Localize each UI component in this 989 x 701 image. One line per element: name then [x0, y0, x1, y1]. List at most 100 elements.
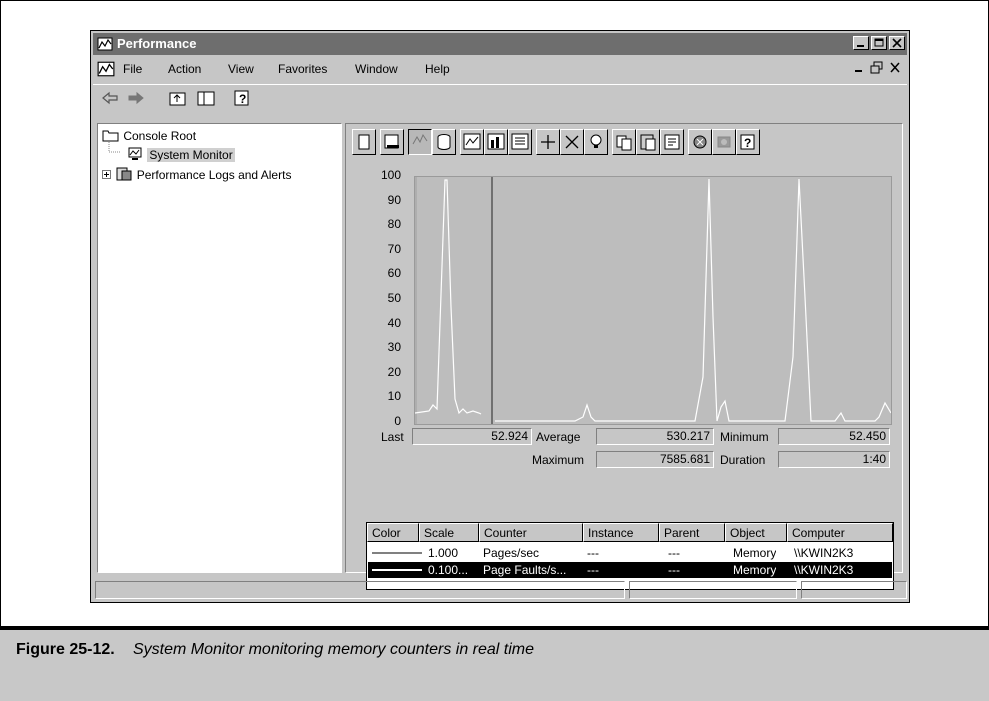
expand-plus-icon[interactable]	[102, 170, 112, 180]
color-swatch-line	[372, 552, 422, 554]
up-one-level-icon[interactable]	[168, 89, 188, 107]
view-current-activity-button[interactable]	[408, 129, 432, 155]
svg-text:?: ?	[239, 92, 246, 106]
scale-cell: 0.100...	[428, 563, 469, 577]
instance-cell: ---	[587, 546, 599, 560]
column-scale[interactable]: Scale	[419, 523, 479, 542]
menu-help[interactable]: Help	[425, 62, 450, 76]
help-icon[interactable]: ?	[233, 88, 253, 108]
column-parent[interactable]: Parent	[659, 523, 725, 542]
copy-properties-button[interactable]	[612, 129, 636, 155]
mmc-document-icon[interactable]	[97, 60, 115, 78]
lightbulb-icon	[590, 134, 602, 148]
child-close-button[interactable]	[887, 61, 903, 75]
view-report-button[interactable]	[508, 129, 532, 155]
title-bar[interactable]: Performance	[93, 33, 907, 55]
report-view-icon	[511, 133, 529, 150]
tree-root-label: Console Root	[123, 129, 197, 143]
status-pane-2	[629, 581, 797, 599]
freeze-display-button[interactable]	[688, 129, 712, 155]
help-icon: ?	[740, 134, 755, 150]
trace-pages-sec	[495, 178, 892, 422]
performance-graph	[414, 176, 892, 425]
svg-text:?: ?	[744, 136, 751, 150]
maximum-label: Maximum	[532, 453, 585, 467]
back-arrow-icon[interactable]	[101, 90, 119, 106]
column-computer[interactable]: Computer	[787, 523, 893, 542]
paste-counter-list-button[interactable]	[636, 129, 660, 155]
minimize-icon	[857, 45, 864, 47]
y-tick-label: 30	[387, 340, 401, 355]
menu-action[interactable]: Action	[168, 62, 201, 76]
highlight-button[interactable]	[584, 129, 608, 155]
new-counter-set-button[interactable]	[352, 129, 376, 155]
y-tick-label: 80	[387, 217, 401, 232]
menu-view[interactable]: View	[228, 62, 254, 76]
minimize-button[interactable]	[853, 36, 869, 50]
instance-cell: ---	[587, 563, 599, 577]
delete-icon	[565, 135, 579, 149]
maximum-value: 7585.681	[596, 451, 714, 468]
performance-window: Performance File Action View Favorites W…	[90, 30, 910, 603]
close-icon	[890, 62, 900, 73]
view-histogram-button[interactable]	[484, 129, 508, 155]
system-monitor-pane: ? 100 90 80 70 60 50 40 30 20 10 0 Last 52.924 Ave…	[345, 123, 903, 590]
system-monitor-icon	[128, 147, 142, 160]
last-value: 52.924	[412, 428, 532, 445]
forward-arrow-icon[interactable]	[127, 90, 145, 106]
current-activity-icon	[412, 133, 428, 145]
tree-item-label: Performance Logs and Alerts	[136, 168, 292, 182]
counter-row[interactable]: 1.000 Pages/sec --- --- Memory \\KWIN2K3	[368, 545, 892, 561]
update-data-icon	[717, 136, 731, 148]
add-counter-button[interactable]	[536, 129, 560, 155]
average-value: 530.217	[596, 428, 714, 445]
add-icon	[541, 135, 555, 149]
menu-favorites[interactable]: Favorites	[278, 62, 327, 76]
figure-caption: Figure 25-12. System Monitor monitoring …	[0, 626, 989, 701]
y-tick-label: 10	[387, 389, 401, 404]
performance-app-icon	[97, 37, 113, 51]
update-data-button[interactable]	[712, 129, 736, 155]
close-button[interactable]	[889, 36, 905, 50]
window-title: Performance	[117, 36, 197, 51]
status-pane-3	[801, 581, 907, 599]
computer-cell: \\KWIN2K3	[794, 563, 854, 577]
tree-root[interactable]: Console Root	[102, 128, 196, 143]
menu-window[interactable]: Window	[355, 62, 398, 76]
view-graph-button[interactable]	[460, 129, 484, 155]
column-instance[interactable]: Instance	[583, 523, 659, 542]
counter-cell: Pages/sec	[483, 546, 540, 560]
menu-bar: File Action View Favorites Window Help	[93, 58, 907, 80]
menu-file[interactable]: File	[123, 62, 142, 76]
figure-number: Figure 25-12.	[16, 641, 115, 658]
clear-display-button[interactable]	[380, 129, 404, 155]
column-object[interactable]: Object	[725, 523, 787, 542]
y-tick-label: 90	[387, 192, 401, 207]
help-button[interactable]: ?	[736, 129, 760, 155]
column-counter[interactable]: Counter	[479, 523, 583, 542]
tree-item-label: System Monitor	[147, 148, 235, 162]
view-log-data-button[interactable]	[432, 129, 456, 155]
minimum-label: Minimum	[720, 430, 769, 444]
child-minimize-button[interactable]	[851, 61, 867, 75]
properties-button[interactable]	[660, 129, 684, 155]
maximize-button[interactable]	[871, 36, 887, 50]
mmc-toolbar: ?	[93, 84, 907, 111]
maximize-icon	[874, 38, 884, 47]
graph-canvas	[414, 177, 892, 424]
tree-item-performance-logs[interactable]: Performance Logs and Alerts	[102, 166, 291, 182]
object-cell: Memory	[733, 546, 777, 560]
y-tick-label: 100	[380, 168, 401, 182]
minimum-value: 52.450	[778, 428, 890, 445]
new-counter-set-icon	[358, 134, 370, 150]
folder-icon	[102, 130, 119, 142]
column-color[interactable]: Color	[367, 523, 419, 542]
tree-item-system-monitor[interactable]: System Monitor	[126, 146, 235, 162]
log-data-icon	[437, 134, 451, 150]
counter-row-selected[interactable]: 0.100... Page Faults/s... --- --- Memory…	[368, 562, 892, 578]
show-hide-tree-icon[interactable]	[196, 89, 216, 107]
delete-counter-button[interactable]	[560, 129, 584, 155]
duration-label: Duration	[720, 453, 766, 467]
trace-page-faults	[414, 179, 482, 415]
child-restore-button[interactable]	[869, 61, 885, 75]
